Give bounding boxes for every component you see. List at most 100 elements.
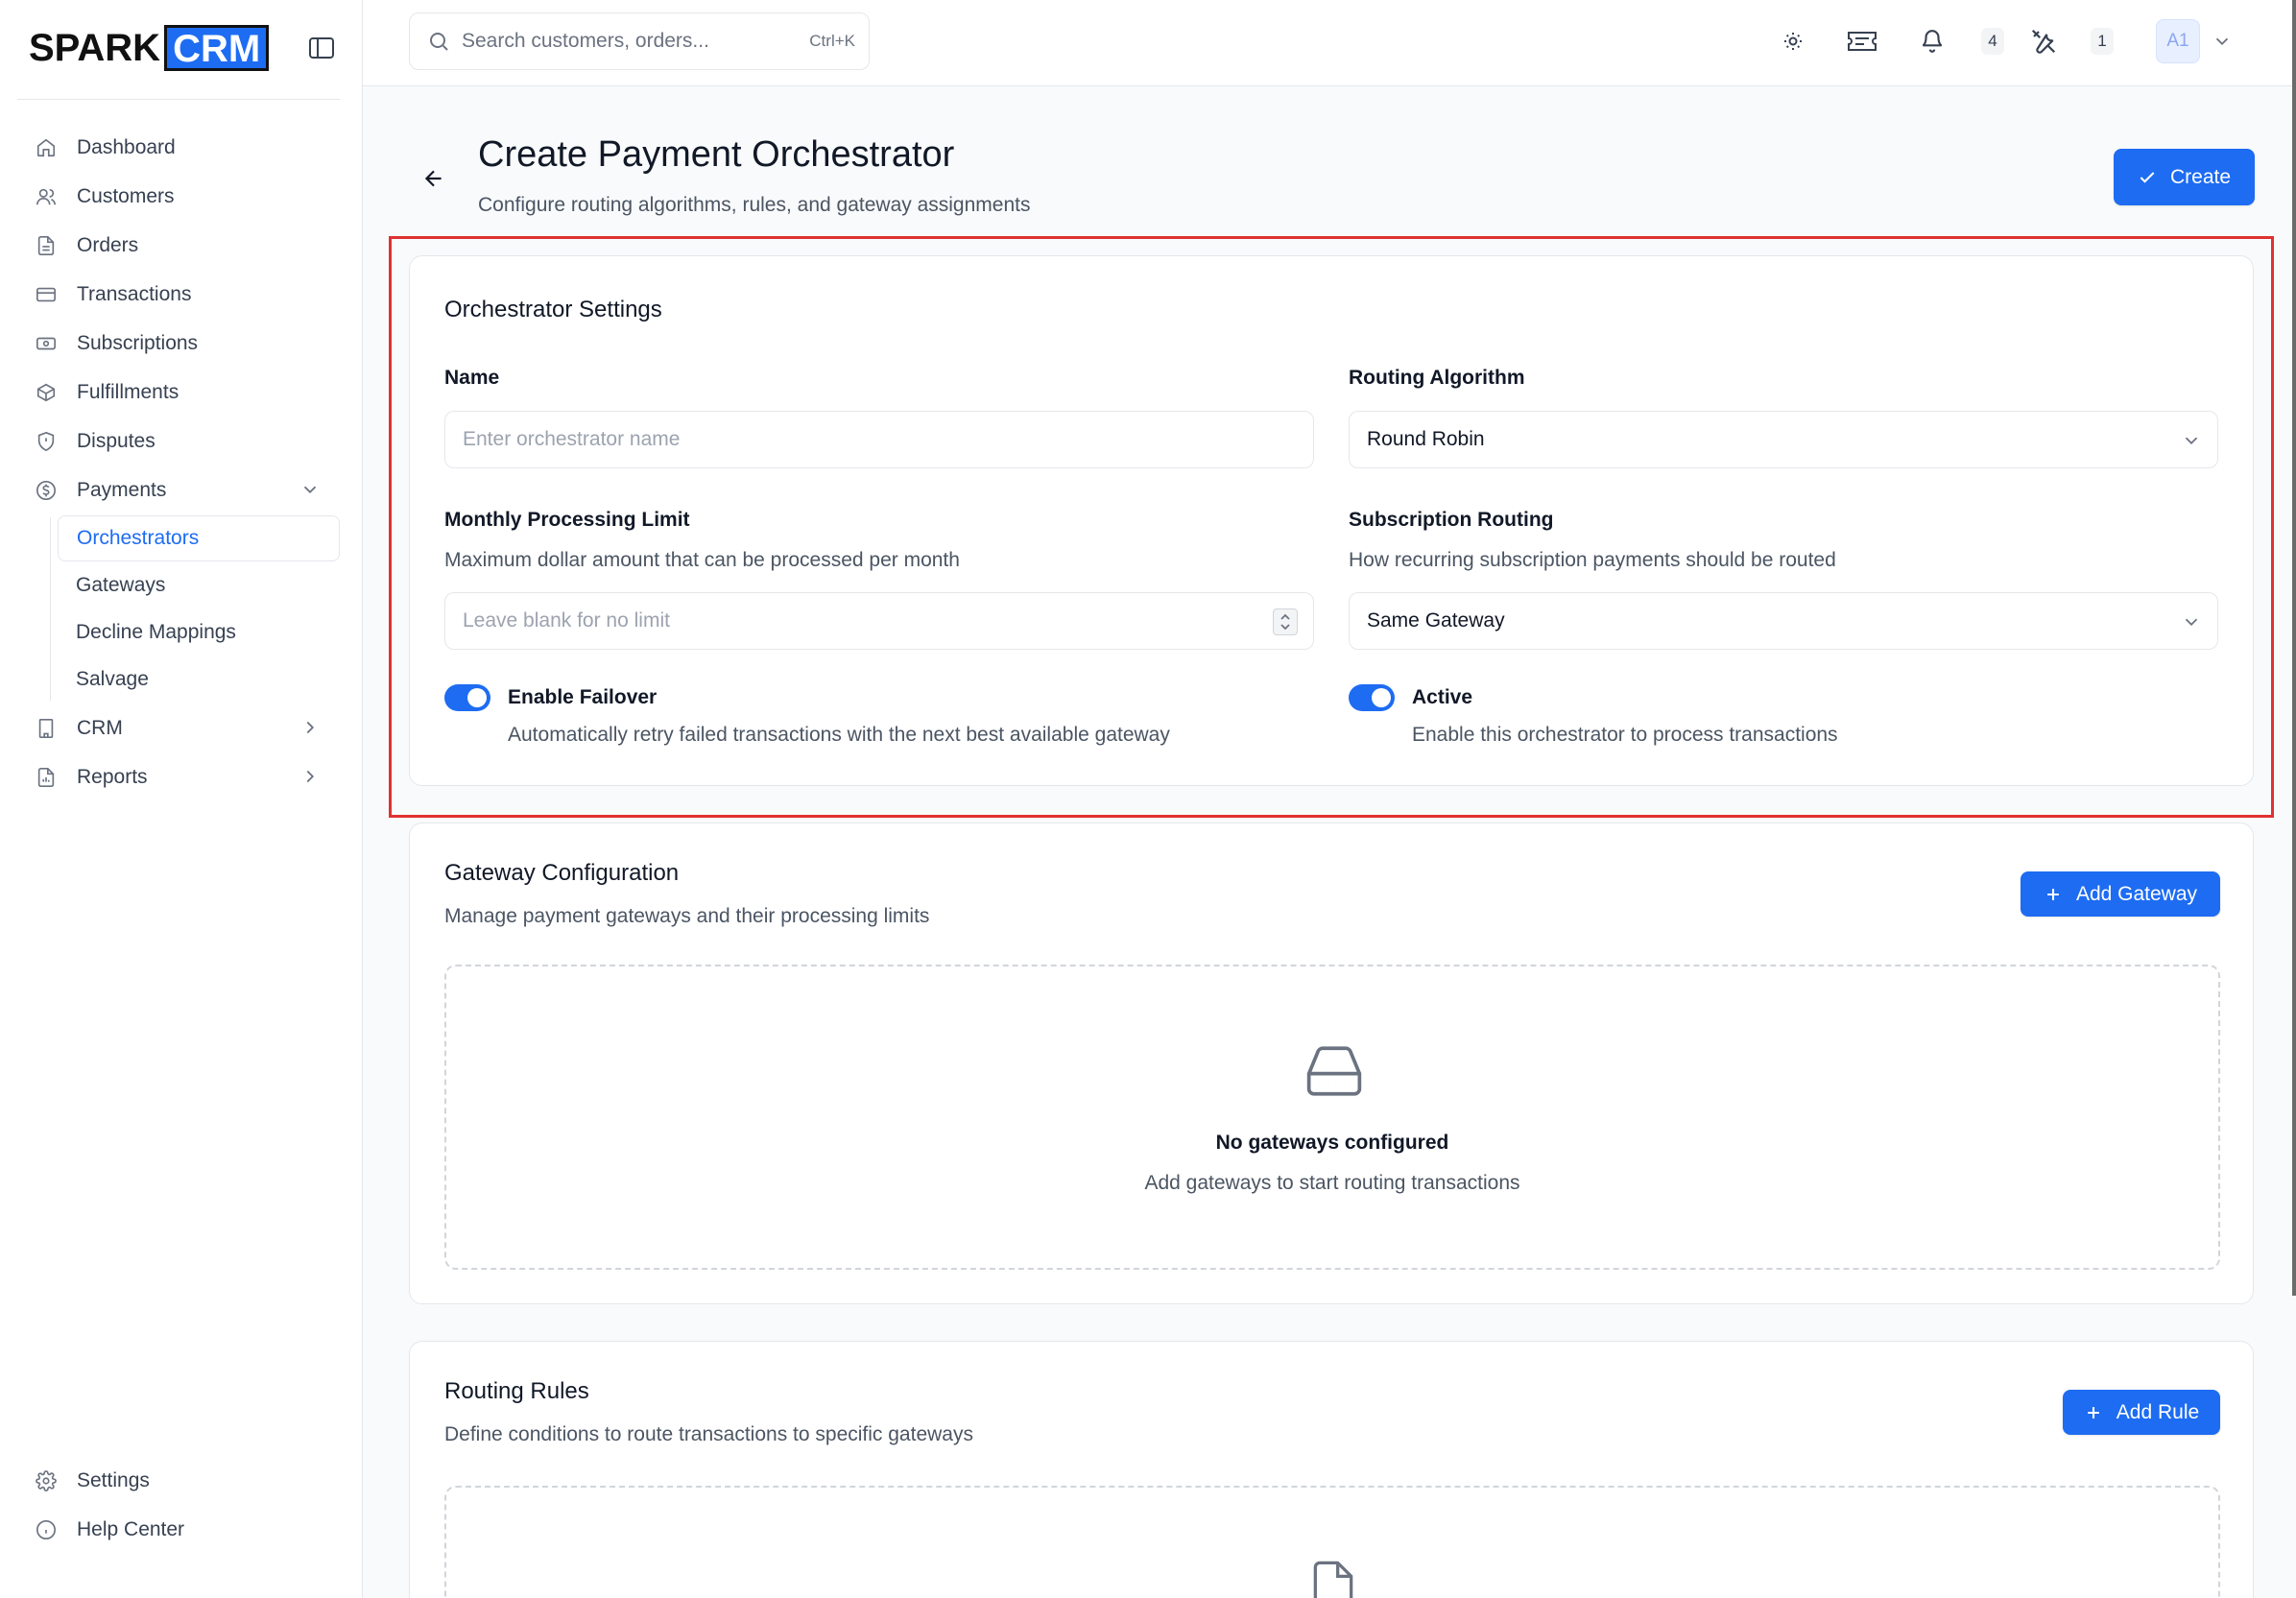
sidebar-item-disputes[interactable]: Disputes [17, 417, 340, 465]
sidebar-item-customers[interactable]: Customers [17, 172, 340, 221]
logo[interactable]: SPARK CRM [29, 25, 336, 71]
sidebar-item-payments[interactable]: Payments [17, 465, 340, 514]
search-shortcut: Ctrl+K [809, 32, 855, 50]
monthly-limit-input[interactable] [463, 609, 1229, 632]
banknote-icon [35, 332, 58, 355]
add-rule-button[interactable]: Add Rule [2063, 1390, 2220, 1435]
sidebar-subitem-label: Gateways [76, 574, 166, 596]
sidebar-item-label: CRM [77, 716, 123, 739]
subscription-routing-value: Same Gateway [1367, 609, 1505, 632]
bell-icon[interactable] [1915, 24, 1949, 59]
failover-help: Automatically retry failed transactions … [508, 724, 1170, 746]
gear-icon [35, 1469, 58, 1492]
tools-badge: 1 [2091, 28, 2114, 55]
package-icon [35, 381, 58, 404]
theme-toggle-icon[interactable] [1776, 24, 1810, 59]
page-subtitle: Configure routing algorithms, rules, and… [478, 194, 1031, 216]
file-icon [1306, 1557, 1360, 1598]
tools-icon[interactable] [2026, 24, 2061, 59]
chevron-down-icon [2181, 430, 2202, 451]
sidebar-item-reports[interactable]: Reports [17, 752, 340, 801]
dollar-circle-icon [35, 479, 58, 502]
page-scrollbar[interactable] [2292, 0, 2296, 1296]
info-icon [35, 1518, 58, 1541]
sidebar-item-fulfillments[interactable]: Fulfillments [17, 368, 340, 417]
sidebar-item-subscriptions[interactable]: Subscriptions [17, 319, 340, 368]
ticket-icon[interactable] [1845, 24, 1879, 59]
routing-algorithm-value: Round Robin [1367, 428, 1485, 450]
sidebar-item-label: Customers [77, 184, 175, 207]
monthly-limit-help: Maximum dollar amount that can be proces… [444, 549, 960, 571]
sidebar-item-label: Orders [77, 233, 139, 256]
payments-submenu: Orchestrators Gateways Decline Mappings … [50, 515, 340, 703]
sidebar-item-crm[interactable]: CRM [17, 704, 340, 752]
topbar: Ctrl+K 4 1 A1 [363, 0, 2292, 86]
sidebar-subitem-label: Orchestrators [77, 527, 200, 549]
chevron-down-icon [2181, 611, 2202, 632]
sidebar-subitem-salvage[interactable]: Salvage [58, 656, 340, 703]
notifications-badge: 4 [1981, 28, 2004, 55]
home-icon [35, 136, 58, 159]
sidebar-item-orders[interactable]: Orders [17, 221, 340, 270]
sidebar-item-transactions[interactable]: Transactions [17, 270, 340, 319]
active-help: Enable this orchestrator to process tran… [1412, 724, 1838, 746]
active-toggle[interactable] [1349, 684, 1395, 711]
sidebar-subitem-gateways[interactable]: Gateways [58, 562, 340, 608]
failover-toggle[interactable] [444, 684, 490, 711]
sidebar-toggle-icon[interactable] [307, 34, 336, 62]
shield-icon [35, 430, 58, 453]
sidebar: SPARK CRM Dashboard Customers Orders Tra… [0, 0, 363, 1598]
sidebar-item-dashboard[interactable]: Dashboard [17, 123, 340, 172]
chevron-right-icon [299, 766, 321, 787]
chevron-right-icon [299, 717, 321, 738]
add-gateway-button[interactable]: Add Gateway [2021, 871, 2220, 917]
empty-title: No gateways configured [1215, 1132, 1449, 1154]
sidebar-item-settings[interactable]: Settings [17, 1456, 340, 1505]
card-title: Gateway Configuration [444, 860, 680, 886]
sidebar-item-label: Payments [77, 478, 167, 501]
hard-drive-icon [1303, 1043, 1365, 1099]
sidebar-subitem-label: Decline Mappings [76, 621, 236, 643]
sidebar-item-label: Reports [77, 765, 148, 788]
sidebar-item-label: Settings [77, 1468, 150, 1491]
sidebar-divider [17, 99, 340, 100]
sidebar-subitem-orchestrators[interactable]: Orchestrators [58, 515, 340, 561]
active-label: Active [1412, 686, 1473, 708]
name-field[interactable] [444, 411, 1314, 468]
card-description: Manage payment gateways and their proces… [444, 905, 930, 927]
card-title: Routing Rules [444, 1378, 589, 1404]
subscription-routing-select[interactable]: Same Gateway [1349, 592, 2218, 650]
sidebar-bottom-nav: Settings Help Center [17, 1456, 340, 1554]
sidebar-item-label: Transactions [77, 282, 192, 305]
search-box[interactable]: Ctrl+K [409, 12, 870, 70]
building-icon [35, 717, 58, 740]
back-arrow-icon[interactable] [417, 161, 451, 196]
card-title: Orchestrator Settings [444, 297, 662, 322]
sidebar-item-label: Disputes [77, 429, 155, 452]
orchestrator-settings-card: Orchestrator Settings Name Routing Algor… [409, 255, 2254, 786]
report-icon [35, 766, 58, 789]
create-button-label: Create [2169, 165, 2232, 188]
plus-icon [2084, 1403, 2103, 1422]
sidebar-item-label: Dashboard [77, 135, 176, 158]
subscription-routing-label: Subscription Routing [1349, 509, 1554, 531]
name-input[interactable] [463, 428, 1229, 451]
credit-card-icon [35, 283, 58, 306]
logo-text-spark: SPARK [29, 27, 161, 69]
sidebar-item-label: Fulfillments [77, 380, 179, 403]
chevron-down-icon[interactable] [2212, 31, 2233, 52]
chevron-down-icon [299, 479, 321, 500]
sidebar-subitem-decline-mappings[interactable]: Decline Mappings [58, 609, 340, 656]
avatar[interactable]: A1 [2156, 19, 2200, 63]
search-input[interactable] [462, 30, 807, 53]
monthly-limit-label: Monthly Processing Limit [444, 509, 690, 531]
monthly-limit-field[interactable] [444, 592, 1314, 650]
create-button[interactable]: Create [2114, 149, 2255, 205]
number-stepper[interactable] [1273, 608, 1298, 635]
plus-icon [2044, 885, 2063, 904]
routing-algorithm-select[interactable]: Round Robin [1349, 411, 2218, 468]
sidebar-item-help-center[interactable]: Help Center [17, 1505, 340, 1554]
add-gateway-label: Add Gateway [2075, 882, 2198, 905]
gateways-empty-state: No gateways configured Add gateways to s… [444, 965, 2220, 1270]
gateway-configuration-card: Gateway Configuration Manage payment gat… [409, 823, 2254, 1304]
